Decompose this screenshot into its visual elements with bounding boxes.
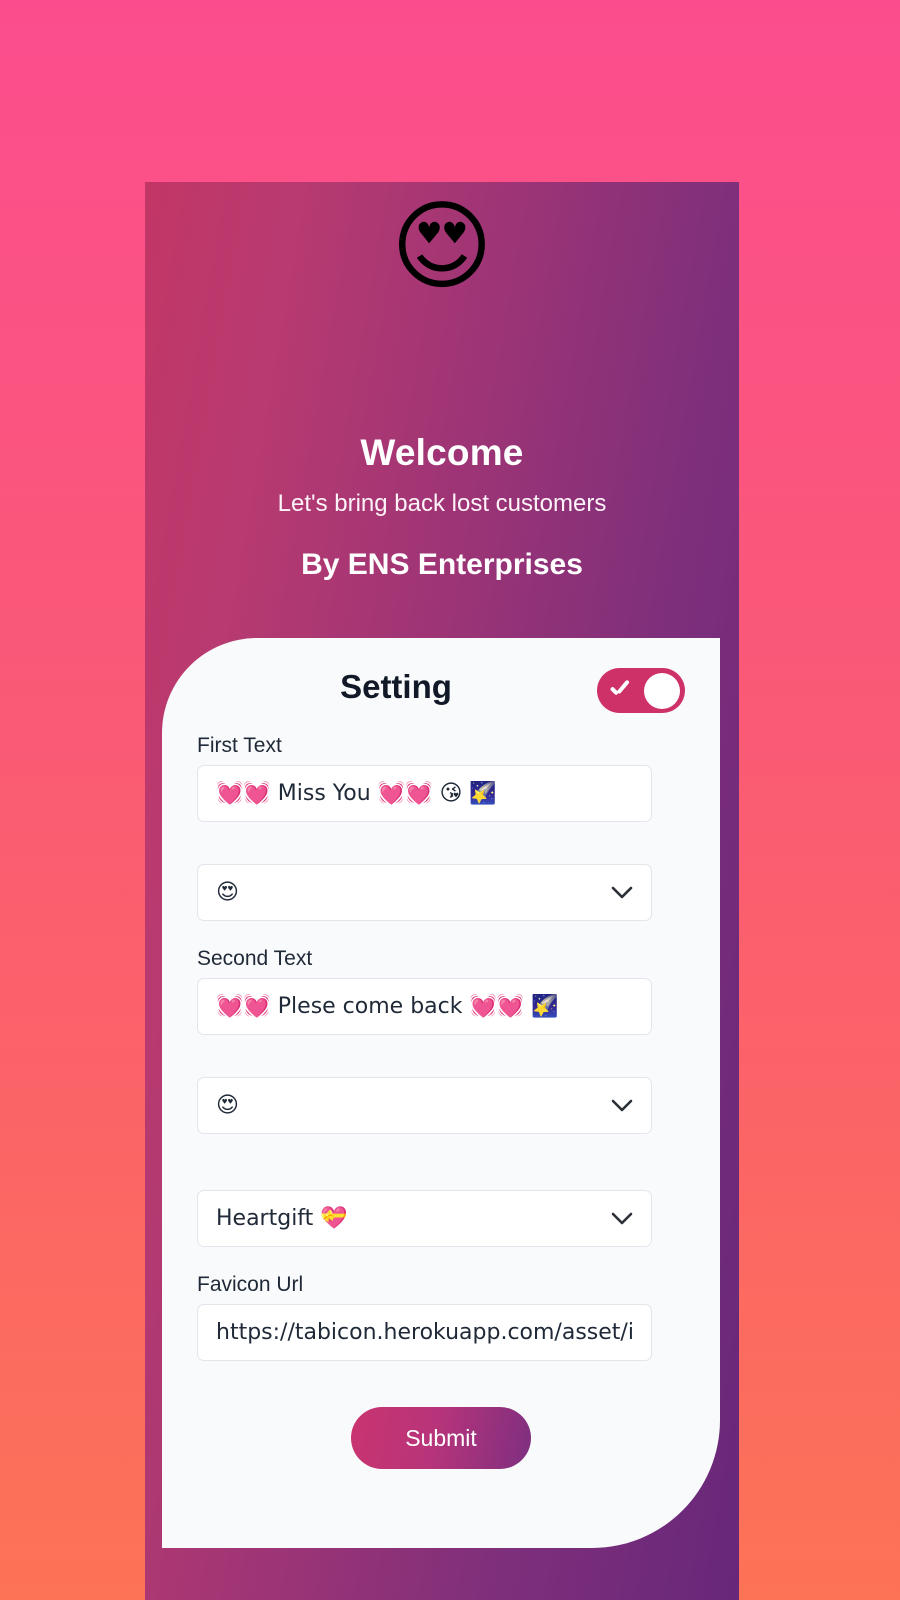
- check-icon: [607, 678, 633, 704]
- first-text-input[interactable]: 💓💓 Miss You 💓💓 😘 🌠: [197, 765, 652, 823]
- chevron-down-icon: [611, 1093, 633, 1119]
- card-header: Setting: [197, 638, 685, 734]
- settings-card: Setting First Text 💓💓 Miss You 💓💓 😘 🌠 😍: [162, 638, 720, 1548]
- welcome-subtitle: Let's bring back lost customers: [277, 490, 607, 517]
- chevron-down-icon: [611, 880, 633, 906]
- field-second-text: Second Text 💓💓 Plese come back 💓💓 🌠: [197, 947, 685, 1036]
- first-text-value: 💓💓 Miss You 💓💓 😘 🌠: [216, 781, 497, 807]
- submit-button[interactable]: Submit: [351, 1407, 531, 1470]
- first-text-label: First Text: [197, 734, 282, 757]
- second-text-label: Second Text: [197, 947, 313, 971]
- welcome-title: Welcome: [360, 432, 524, 473]
- field-first-emoji-select: 😍: [197, 864, 685, 922]
- field-second-emoji-select: 😍: [197, 1077, 685, 1135]
- heart-eyes-emoji-icon: 😍: [390, 190, 494, 304]
- chevron-down-icon: [611, 1206, 633, 1232]
- page-background: 😍 Welcome Let's bring back lost customer…: [0, 0, 900, 1600]
- favicon-url-label: Favicon Url: [197, 1273, 304, 1297]
- brand-name: By ENS Enterprises: [301, 548, 583, 581]
- field-favicon-url: Favicon Url https://tabicon.herokuapp.co…: [197, 1273, 685, 1362]
- settings-toggle-switch[interactable]: [597, 668, 685, 713]
- gift-type-select[interactable]: Heartgift 💝: [197, 1190, 652, 1248]
- first-emoji-select[interactable]: 😍: [197, 864, 652, 922]
- device-frame: 😍 Welcome Let's bring back lost customer…: [145, 182, 739, 1600]
- second-text-value: 💓💓 Plese come back 💓💓 🌠: [216, 994, 559, 1020]
- field-first-text: First Text 💓💓 Miss You 💓💓 😘 🌠: [197, 734, 685, 823]
- submit-row: Submit: [197, 1407, 685, 1470]
- first-emoji-value: 😍: [216, 880, 239, 906]
- second-text-input[interactable]: 💓💓 Plese come back 💓💓 🌠: [197, 978, 652, 1036]
- field-gift-select: Heartgift 💝: [197, 1190, 685, 1248]
- second-emoji-value: 😍: [216, 1093, 239, 1119]
- favicon-url-input[interactable]: https://tabicon.herokuapp.com/asset/ir: [197, 1304, 652, 1362]
- second-emoji-select[interactable]: 😍: [197, 1077, 652, 1135]
- hero-section: 😍 Welcome Let's bring back lost customer…: [145, 182, 739, 642]
- gift-type-value: Heartgift 💝: [216, 1206, 348, 1232]
- favicon-url-value: https://tabicon.herokuapp.com/asset/ir: [216, 1320, 633, 1346]
- toggle-knob: [644, 672, 680, 709]
